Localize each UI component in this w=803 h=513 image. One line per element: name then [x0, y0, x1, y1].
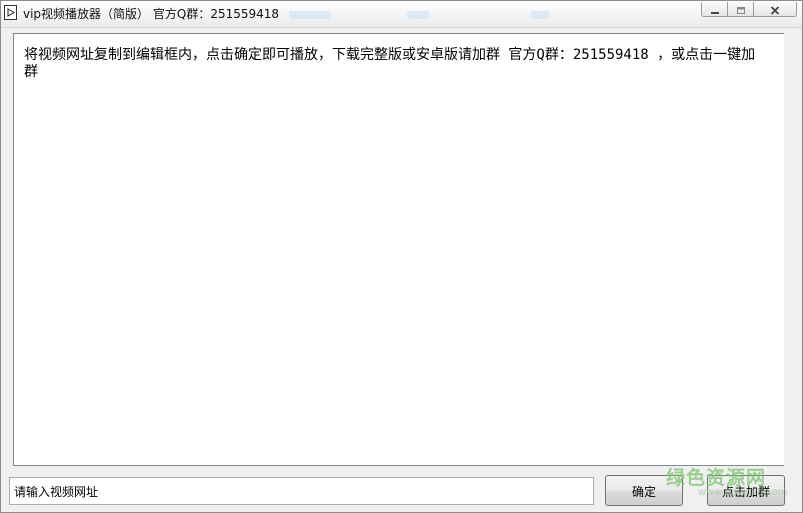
window-title: vip视频播放器（简版） 官方Q群：251559418	[23, 7, 280, 21]
maximize-icon	[736, 0, 746, 19]
title-ghost-decor	[289, 11, 331, 19]
title-ghost-decor	[407, 11, 429, 19]
watermark-sub: www.downcc.com	[698, 487, 788, 498]
ok-button-label: 确定	[631, 485, 656, 499]
watermark: 绿色资源网 www.downcc.com	[666, 463, 788, 503]
info-textarea[interactable]: 将视频网址复制到编辑框内，点击确定即可播放，下载完整版或安卓版请加群 官方Q群：…	[13, 33, 785, 466]
close-button[interactable]	[753, 2, 797, 17]
main-window: vip视频播放器（简版） 官方Q群：251559418 将视频网址复制到编辑框内…	[0, 0, 803, 513]
minimize-icon	[710, 0, 720, 19]
minimize-button[interactable]	[701, 2, 727, 17]
close-icon	[770, 0, 780, 19]
info-text: 将视频网址复制到编辑框内，点击确定即可播放，下载完整版或安卓版请加群 官方Q群：…	[24, 47, 756, 80]
watermark-main: 绿色资源网	[666, 467, 767, 489]
maximize-button[interactable]	[727, 2, 753, 17]
url-input[interactable]	[9, 477, 594, 505]
play-file-icon	[4, 5, 17, 20]
title-bar[interactable]: vip视频播放器（简版） 官方Q群：251559418	[1, 1, 802, 28]
right-gutter	[784, 33, 802, 466]
title-ghost-decor	[531, 11, 549, 19]
